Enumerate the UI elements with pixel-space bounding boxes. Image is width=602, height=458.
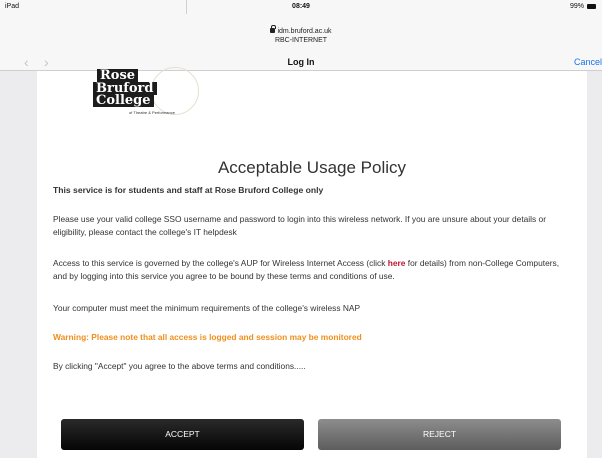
- page-title: Log In: [287, 57, 315, 67]
- logo-word-college: College: [93, 94, 154, 107]
- policy-title: Acceptable Usage Policy: [217, 158, 407, 177]
- web-content: Rose Bruford College of Theatre & Perfor…: [0, 67, 602, 458]
- monitoring-warning: Warning: Please note that all access is …: [53, 332, 362, 342]
- status-bar: iPad 08:49 99%: [0, 0, 602, 14]
- aup-details-link[interactable]: here: [388, 258, 406, 268]
- battery-icon: [587, 4, 596, 9]
- logo-tagline: of Theatre & Performance: [129, 110, 175, 115]
- clock: 08:49: [292, 3, 310, 10]
- reject-button[interactable]: REJECT: [318, 419, 561, 450]
- policy-paragraph-aup: Access to this service is governed by th…: [53, 257, 573, 283]
- policy-paragraph-login: Please use your valid college SSO userna…: [53, 214, 546, 237]
- aup-text-before: Access to this service is governed by th…: [53, 258, 388, 268]
- accept-button[interactable]: ACCEPT: [61, 419, 304, 450]
- network-name: RBC-INTERNET: [274, 37, 328, 44]
- navigation-bar: idm.bruford.ac.uk RBC-INTERNET ‹ › Log I…: [0, 14, 602, 71]
- cancel-button[interactable]: Cancel: [574, 57, 602, 67]
- policy-subtitle: This service is for students and staff a…: [53, 185, 324, 195]
- url-text: idm.bruford.ac.uk: [277, 28, 332, 35]
- lock-icon: [270, 25, 276, 33]
- battery-percent: 99%: [569, 3, 584, 10]
- battery-status: 99%: [570, 3, 596, 10]
- logo-seal: [151, 67, 199, 115]
- policy-paragraph-accept: By clicking "Accept" you agree to the ab…: [53, 361, 306, 371]
- policy-paragraph-requirements: Your computer must meet the minimum requ…: [53, 303, 361, 313]
- url-display: idm.bruford.ac.uk RBC-INTERNET: [0, 25, 602, 45]
- policy-card: Rose Bruford College of Theatre & Perfor…: [37, 67, 587, 458]
- college-logo: Rose Bruford College of Theatre & Perfor…: [89, 67, 209, 119]
